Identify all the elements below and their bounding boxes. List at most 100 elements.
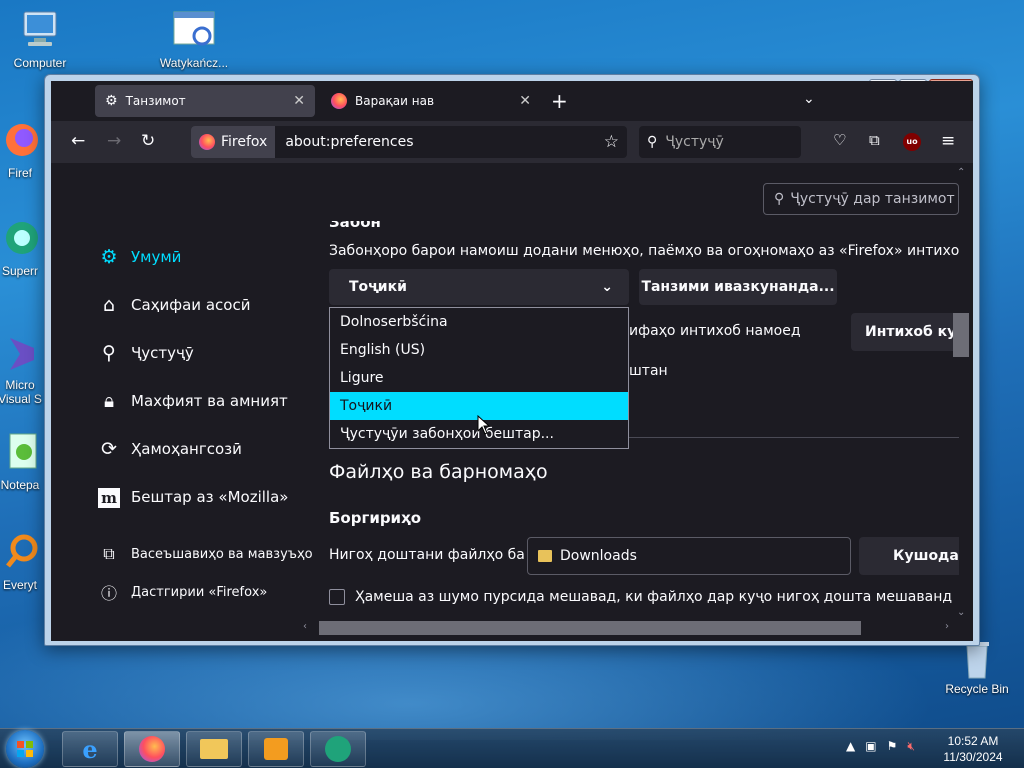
sidebar-item-privacy[interactable]: 🔒︎ Махфият ва амният (97, 377, 317, 425)
sidebar-item-label: Бештар аз «Mozilla» (131, 488, 289, 506)
back-arrow-icon[interactable]: ← (71, 131, 85, 151)
sidebar-item-support[interactable]: ⓘ Дастгирии «Firefox» (97, 573, 317, 611)
language-select-value: Тоҷикӣ (349, 279, 407, 295)
network-icon[interactable]: ▣ (865, 739, 876, 754)
sidebar-item-extensions[interactable]: ⧉ Васеъшавиҳо ва мавзуъҳо (97, 535, 317, 573)
search-bar[interactable]: ⚲ Ҷустуҷӯ (639, 126, 801, 158)
window-app-icon (170, 8, 218, 52)
browse-button[interactable]: Кушодан (859, 537, 959, 575)
horizontal-scrollbar[interactable] (319, 621, 861, 635)
desktop-icon-label: Firef (8, 166, 32, 180)
media-player-icon (264, 738, 288, 760)
choose-languages-button[interactable]: Интихоб кун (851, 313, 959, 351)
taskbar-app[interactable] (310, 731, 366, 767)
taskbar-explorer[interactable] (186, 731, 242, 767)
desktop-icon-label: Computer (13, 56, 67, 70)
desktop-icon-label: Superr (1, 264, 39, 278)
search-icon: ⚲ (647, 134, 658, 150)
taskbar-media-player[interactable] (248, 731, 304, 767)
scroll-up-icon[interactable]: ⌃ (957, 167, 965, 178)
lock-icon: 🔒︎ (103, 390, 115, 412)
menu-hamburger-icon[interactable]: ≡ (941, 131, 955, 151)
desktop-icon-label: Notepa (0, 478, 40, 492)
computer-icon (16, 8, 64, 52)
firefox-icon (199, 134, 215, 150)
files-apps-heading: Файлҳо ва барномаҳо (329, 461, 548, 483)
recycle-bin-label: Recycle Bin (945, 682, 1009, 696)
tab-new-page[interactable]: Варақаи нав ✕ (321, 85, 541, 117)
sidebar-item-sync[interactable]: ⟳ Ҳамоҳангсозӣ (97, 425, 317, 473)
sidebar-item-label: Умумӣ (131, 248, 182, 266)
clock[interactable]: 10:52 AM 11/30/2024 (928, 733, 1018, 765)
puzzle-icon: ⧉ (103, 544, 115, 563)
sidebar-item-label: Саҳифаи асосӣ (131, 296, 251, 314)
bookmark-star-icon[interactable]: ☆ (604, 132, 619, 152)
clock-date: 11/30/2024 (943, 750, 1003, 764)
desktop-icon-super[interactable]: Superr (0, 216, 50, 278)
tab-settings[interactable]: ⚙ Танзимот ✕ (95, 85, 315, 117)
forward-arrow-icon[interactable]: → (107, 131, 121, 151)
firefox-chrome: ⚙ Танзимот ✕ Варақаи нав ✕ + ⌄ ← → ↻ Fir… (51, 81, 973, 641)
sidebar-item-label: Дастгирии «Firefox» (131, 584, 268, 600)
ublock-icon[interactable]: uo (903, 133, 921, 151)
language-partial-text: ифаҳо интихоб намоед (629, 323, 801, 339)
desktop-icon-watykancz[interactable]: Watykańcz... (156, 8, 232, 70)
search-icon: ⚲ (102, 342, 116, 364)
reload-icon[interactable]: ↻ (141, 131, 155, 151)
firefox-icon (139, 736, 165, 762)
preferences-sidebar: ⚙ Умумӣ ⌂ Саҳифаи асосӣ ⚲ Ҷустуҷӯ 🔒︎ Мах… (97, 233, 317, 611)
alternative-languages-button[interactable]: Танзими ивазкунанда... (639, 269, 837, 305)
taskbar-internet-explorer[interactable]: e (62, 731, 118, 767)
list-all-tabs-icon[interactable]: ⌄ (803, 91, 815, 107)
scroll-down-icon[interactable]: ⌄ (957, 607, 965, 618)
show-hidden-icons-icon[interactable]: ▲ (846, 739, 855, 754)
home-icon: ⌂ (102, 294, 116, 316)
firefox-window: ▁ ▢ ✕ ⚙ Танзимот ✕ Варақаи нав ✕ + ⌄ ← →… (44, 74, 980, 646)
vertical-scrollbar[interactable] (953, 313, 969, 357)
desktop-icon-firefox[interactable]: Firef (0, 118, 50, 180)
downloads-heading: Боргириҳо (329, 509, 422, 527)
language-option[interactable]: Dolnoserbšćina (330, 308, 628, 336)
mozilla-icon: m (97, 486, 121, 508)
taskbar-firefox[interactable] (124, 731, 180, 767)
gear-icon: ⚙ (105, 93, 118, 109)
desktop-icon-label: Micro Visual S (0, 378, 42, 406)
extensions-icon[interactable]: ⧉ (869, 131, 880, 149)
sidebar-item-search[interactable]: ⚲ Ҷустуҷӯ (97, 329, 317, 377)
always-ask-checkbox[interactable] (329, 589, 345, 605)
always-ask-option[interactable]: Ҳамеша аз шумо пурсида мешавад, ки файлҳ… (329, 589, 952, 605)
desktop-icon-visual-studio[interactable]: Micro Visual S (0, 330, 50, 406)
folder-icon (538, 550, 552, 562)
always-ask-label: Ҳамеша аз шумо пурсида мешавад, ки файлҳ… (355, 589, 953, 605)
close-tab-icon[interactable]: ✕ (293, 93, 305, 109)
language-option[interactable]: English (US) (330, 336, 628, 364)
scroll-left-icon[interactable]: ‹ (303, 621, 307, 632)
identity-box[interactable]: Firefox (191, 126, 276, 158)
url-bar[interactable]: Firefox about:preferences ☆ (191, 126, 627, 158)
desktop-icon-notepad[interactable]: Notepa (0, 430, 50, 492)
close-tab-icon[interactable]: ✕ (519, 93, 531, 109)
sidebar-item-home[interactable]: ⌂ Саҳифаи асосӣ (97, 281, 317, 329)
preferences-page: ⚲ Ҷустуҷӯ дар танзимот ⚙ Умумӣ ⌂ Саҳифаи… (51, 163, 973, 641)
sidebar-item-mozilla[interactable]: m Бештар аз «Mozilla» (97, 473, 317, 521)
sidebar-item-label: Махфият ва амният (131, 392, 288, 410)
sidebar-item-general[interactable]: ⚙ Умумӣ (97, 233, 317, 281)
windows-logo-icon (17, 741, 33, 757)
app-icon (325, 736, 351, 762)
downloads-folder-field[interactable]: Downloads (527, 537, 851, 575)
chevron-down-icon: ⌄ (601, 279, 613, 295)
desktop-icon-everything[interactable]: Everyt (0, 530, 50, 592)
action-center-flag-icon[interactable]: ⚑ (887, 739, 898, 754)
language-select[interactable]: Тоҷикӣ ⌄ (329, 269, 629, 305)
url-text[interactable]: about:preferences (275, 134, 413, 150)
visual-studio-icon (0, 330, 40, 374)
volume-muted-icon[interactable]: 🔇︎ (907, 739, 915, 754)
desktop-icon-computer[interactable]: Computer (2, 8, 78, 70)
start-button[interactable] (6, 730, 44, 768)
scroll-right-icon[interactable]: › (945, 621, 949, 632)
desktop-icon-label: Watykańcz... (159, 56, 229, 70)
search-placeholder: Ҷустуҷӯ (665, 134, 724, 150)
new-tab-button[interactable]: + (551, 89, 568, 113)
pocket-icon[interactable]: ♡ (833, 131, 846, 149)
language-option[interactable]: Ligure (330, 364, 628, 392)
